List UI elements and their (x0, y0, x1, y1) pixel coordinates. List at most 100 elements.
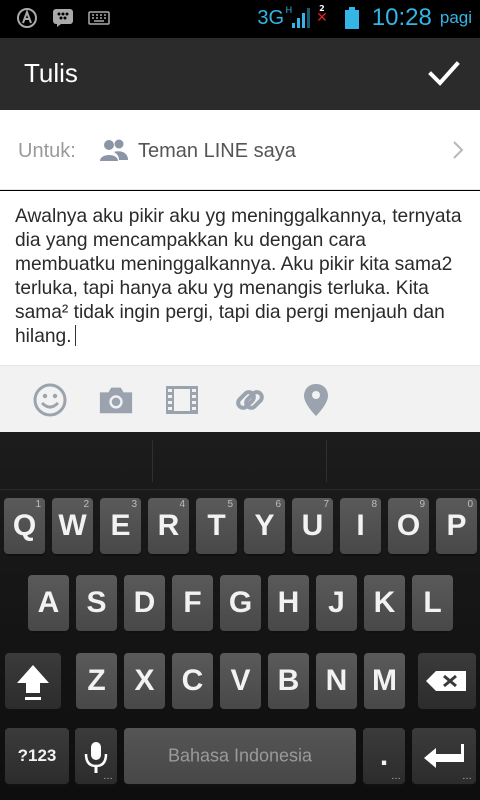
keyboard-icon (88, 11, 110, 25)
key-label: W (58, 509, 87, 542)
friends-icon (100, 139, 128, 161)
compose-text-field[interactable]: Awalnya aku pikir aku yg meninggalkannya… (15, 205, 470, 349)
symbols-key[interactable]: ?123 (5, 728, 69, 784)
key-label: U (301, 509, 324, 542)
key-f[interactable]: F (172, 575, 213, 631)
key-z[interactable]: Z (76, 653, 117, 709)
key-o[interactable]: O9 (388, 498, 429, 554)
more-options-dots: … (391, 771, 401, 782)
key-label: N (325, 664, 348, 697)
key-e[interactable]: E3 (100, 498, 141, 554)
clock-ampm: pagi (439, 8, 472, 27)
key-hint: 8 (371, 499, 377, 510)
key-r[interactable]: R4 (148, 498, 189, 554)
recipient-value: Teman LINE saya (138, 140, 296, 162)
key-t[interactable]: T5 (196, 498, 237, 554)
link-button[interactable] (232, 382, 268, 418)
key-label: G (228, 586, 253, 619)
key-label: Y (254, 509, 275, 542)
recipient-label: Untuk: (18, 140, 76, 162)
key-y[interactable]: Y6 (244, 498, 285, 554)
key-label: J (328, 586, 345, 619)
suggestion-strip[interactable] (0, 432, 480, 490)
enter-key[interactable]: … (412, 728, 476, 784)
key-label: Q (12, 509, 37, 542)
key-label: H (277, 586, 300, 619)
space-key[interactable]: Bahasa Indonesia (124, 728, 356, 784)
key-q[interactable]: Q1 (4, 498, 45, 554)
key-p[interactable]: P0 (436, 498, 477, 554)
key-label: S (86, 586, 107, 619)
status-bar: 3G H 2 ✕ 10:28 pagi (0, 0, 480, 38)
key-hint: 9 (419, 499, 425, 510)
chevron-right-icon (453, 141, 464, 159)
key-h[interactable]: H (268, 575, 309, 631)
period-key-label: . (379, 739, 389, 772)
key-k[interactable]: K (364, 575, 405, 631)
backspace-key[interactable] (418, 653, 476, 709)
key-n[interactable]: N (316, 653, 357, 709)
recipient-row[interactable]: Untuk: Teman LINE saya (0, 110, 480, 190)
key-a[interactable]: A (28, 575, 69, 631)
key-g[interactable]: G (220, 575, 261, 631)
key-d[interactable]: D (124, 575, 165, 631)
voice-input-key[interactable]: … (75, 728, 117, 784)
backspace-icon (426, 671, 466, 691)
compose-text: Awalnya aku pikir aku yg meninggalkannya… (15, 206, 462, 347)
key-m[interactable]: M (364, 653, 405, 709)
camera-icon (99, 387, 133, 414)
key-label: X (134, 664, 155, 697)
emoji-icon (33, 383, 67, 417)
key-b[interactable]: B (268, 653, 309, 709)
key-hint: 5 (227, 499, 233, 510)
key-label: Z (87, 664, 106, 697)
network-type: 3G H (257, 4, 293, 29)
attachment-toolbar (0, 365, 480, 432)
key-label: M (372, 664, 397, 697)
key-x[interactable]: X (124, 653, 165, 709)
text-cursor (74, 325, 76, 346)
key-w[interactable]: W2 (52, 498, 93, 554)
key-label: F (183, 586, 202, 619)
key-j[interactable]: J (316, 575, 357, 631)
bbm-icon (53, 9, 73, 27)
action-bar: Tulis (0, 38, 480, 110)
key-label: D (133, 586, 156, 619)
signal-icon (292, 8, 311, 28)
compose-area[interactable]: Awalnya aku pikir aku yg meninggalkannya… (0, 191, 480, 365)
key-label: P (446, 509, 467, 542)
suggestion-divider (152, 440, 153, 482)
key-label: B (277, 664, 300, 697)
key-l[interactable]: L (412, 575, 453, 631)
soft-keyboard: ?123 … Bahasa Indonesia . … … Q1W2E3R4T5… (0, 432, 480, 800)
page-title: Tulis (24, 58, 78, 88)
key-v[interactable]: V (220, 653, 261, 709)
space-key-label: Bahasa Indonesia (167, 745, 313, 766)
key-c[interactable]: C (172, 653, 213, 709)
key-label: T (207, 509, 226, 542)
video-icon (166, 386, 198, 414)
shift-key[interactable] (5, 653, 61, 709)
key-hint: 6 (275, 499, 281, 510)
more-options-dots: … (103, 771, 113, 782)
emoji-button[interactable] (32, 382, 68, 418)
key-s[interactable]: S (76, 575, 117, 631)
more-options-dots: … (462, 771, 472, 782)
key-label: E (110, 509, 131, 542)
check-icon[interactable] (426, 56, 462, 92)
battery-icon (344, 7, 359, 29)
key-i[interactable]: I8 (340, 498, 381, 554)
android-a-icon (17, 8, 37, 28)
camera-button[interactable] (98, 382, 134, 418)
video-button[interactable] (164, 382, 200, 418)
key-label: K (373, 586, 396, 619)
sim2-no-signal-icon: 2 ✕ (316, 4, 328, 26)
suggestion-divider (326, 440, 327, 482)
key-hint: 2 (83, 499, 89, 510)
location-button[interactable] (298, 382, 334, 418)
key-hint: 7 (323, 499, 329, 510)
period-key[interactable]: . … (363, 728, 405, 784)
key-u[interactable]: U7 (292, 498, 333, 554)
key-hint: 4 (179, 499, 185, 510)
key-label: I (356, 509, 365, 542)
